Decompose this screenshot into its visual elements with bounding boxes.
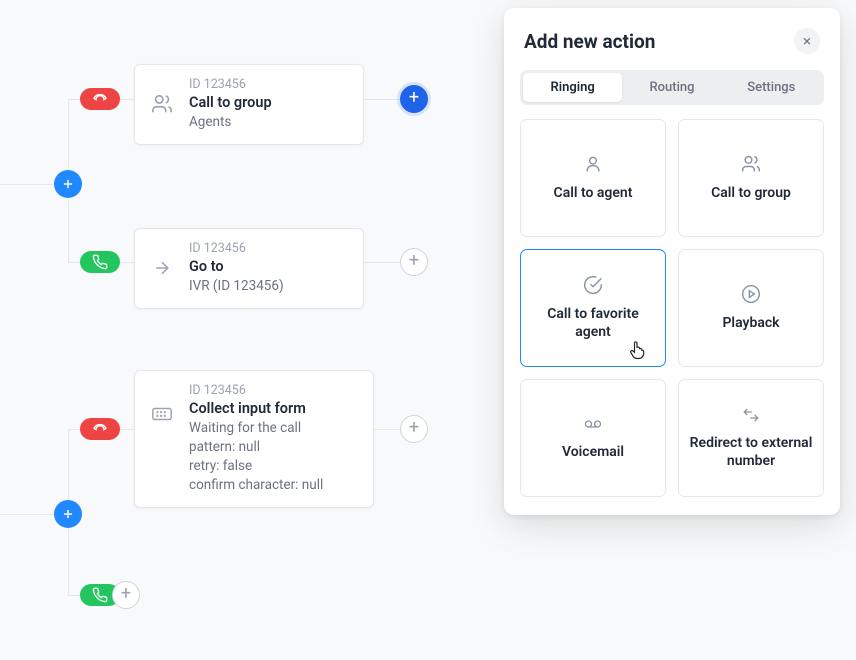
panel-title: Add new action — [524, 30, 655, 53]
add-step-button[interactable]: + — [112, 581, 140, 609]
action-voicemail[interactable]: Voicemail — [520, 379, 666, 497]
add-step-button[interactable]: + — [400, 248, 428, 276]
voicemail-icon — [580, 415, 606, 433]
tab-routing[interactable]: Routing — [622, 73, 721, 102]
node-detail-line: pattern: null — [189, 438, 359, 457]
node-id: ID 123456 — [189, 77, 349, 92]
check-circle-icon — [583, 275, 603, 295]
user-icon — [583, 154, 603, 174]
add-branch-button[interactable] — [54, 500, 82, 528]
action-grid: Call to agent Call to group Call to favo… — [520, 119, 824, 497]
add-action-panel: Add new action × Ringing Routing Setting… — [504, 8, 840, 515]
arrow-right-icon — [147, 253, 177, 283]
flow-node-collect-input[interactable]: ID 123456 Collect input form Waiting for… — [134, 370, 374, 508]
users-icon — [147, 89, 177, 119]
play-circle-icon — [741, 284, 761, 304]
node-subtitle: IVR (ID 123456) — [189, 277, 349, 296]
close-button[interactable]: × — [794, 28, 820, 54]
node-title: Go to — [189, 258, 349, 275]
flow-node-go-to[interactable]: ID 123456 Go to IVR (ID 123456) — [134, 228, 364, 309]
action-label: Playback — [722, 314, 779, 332]
flow-canvas: ID 123456 Call to group Agents + ID 1234… — [0, 40, 510, 660]
node-subtitle: Agents — [189, 113, 349, 132]
node-title: Collect input form — [189, 400, 359, 417]
action-label: Call to agent — [554, 184, 633, 202]
action-call-favorite-agent[interactable]: Call to favorite agent — [520, 249, 666, 367]
node-detail-line: confirm character: null — [189, 476, 359, 495]
flow-node-call-to-group[interactable]: ID 123456 Call to group Agents — [134, 64, 364, 145]
tab-ringing[interactable]: Ringing — [523, 73, 622, 102]
cursor-pointer-icon — [627, 338, 647, 360]
action-label: Call to favorite agent — [531, 305, 655, 341]
users-icon — [740, 154, 762, 174]
action-label: Voicemail — [562, 443, 624, 461]
add-branch-button[interactable] — [54, 170, 82, 198]
node-id: ID 123456 — [189, 383, 359, 398]
action-playback[interactable]: Playback — [678, 249, 824, 367]
node-detail-line: Waiting for the call — [189, 419, 359, 438]
add-step-button-active[interactable]: + — [400, 85, 428, 113]
action-label: Call to group — [711, 184, 791, 202]
action-redirect-external[interactable]: Redirect to external number — [678, 379, 824, 497]
call-end-branch-pill[interactable] — [80, 88, 120, 110]
action-call-to-group[interactable]: Call to group — [678, 119, 824, 237]
keyboard-icon — [147, 399, 177, 429]
action-label: Redirect to external number — [689, 434, 813, 470]
action-category-tabs: Ringing Routing Settings — [520, 70, 824, 105]
call-answer-branch-pill[interactable] — [80, 251, 120, 273]
node-id: ID 123456 — [189, 241, 349, 256]
call-end-branch-pill[interactable] — [80, 418, 120, 440]
action-call-to-agent[interactable]: Call to agent — [520, 119, 666, 237]
node-title: Call to group — [189, 94, 349, 111]
tab-settings[interactable]: Settings — [722, 73, 821, 102]
close-icon: × — [803, 32, 811, 50]
node-detail-line: retry: false — [189, 457, 359, 476]
redirect-icon — [740, 406, 762, 424]
add-step-button[interactable]: + — [400, 415, 428, 443]
